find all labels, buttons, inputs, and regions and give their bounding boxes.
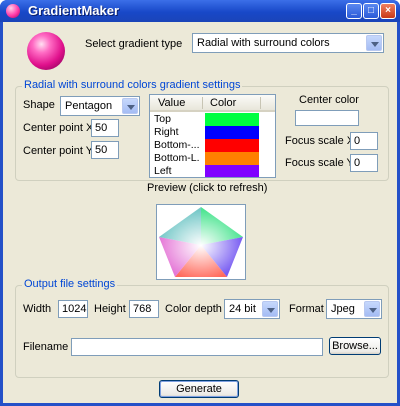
color-swatch — [205, 113, 259, 126]
client-area: Select gradient type Radial with surroun… — [3, 22, 397, 403]
browse-button[interactable]: Browse... — [329, 337, 381, 355]
app-ball-icon — [6, 4, 20, 18]
center-y-input[interactable]: 50 — [91, 141, 119, 159]
format-select[interactable]: Jpeg — [326, 299, 382, 319]
center-y-value: 50 — [95, 144, 108, 156]
header-separator — [260, 97, 261, 109]
list-item[interactable]: Left — [150, 165, 275, 177]
list-item-name: Left — [154, 165, 172, 177]
list-header-value[interactable]: Value — [158, 97, 185, 109]
color-depth-value: 24 bit — [229, 303, 256, 315]
width-input[interactable]: 1024 — [58, 300, 88, 318]
width-label: Width — [23, 303, 52, 315]
center-color-label: Center color — [299, 94, 359, 106]
gradient-settings-title: Radial with surround colors gradient set… — [22, 79, 243, 91]
center-color-picker[interactable] — [295, 110, 359, 126]
color-swatch — [205, 139, 259, 152]
filename-input[interactable] — [71, 338, 323, 356]
list-item[interactable]: Right — [150, 126, 275, 139]
width-value: 1024 — [62, 303, 87, 315]
format-value: Jpeg — [331, 303, 355, 315]
chevron-down-icon[interactable] — [122, 98, 138, 114]
focus-x-input[interactable]: 0 — [350, 132, 378, 150]
gradient-type-value: Radial with surround colors — [197, 37, 330, 49]
color-swatch — [205, 152, 259, 165]
window-title: GradientMaker — [28, 3, 120, 18]
focus-y-value: 0 — [354, 157, 361, 169]
list-header-color[interactable]: Color — [210, 97, 236, 109]
list-item-name: Bottom-... — [154, 139, 200, 151]
center-x-label: Center point X — [23, 122, 94, 134]
chevron-down-icon[interactable] — [364, 301, 380, 317]
list-header: Value Color — [150, 95, 275, 112]
center-x-value: 50 — [95, 122, 108, 134]
shape-value: Pentagon — [65, 100, 113, 112]
shape-select[interactable]: Pentagon — [60, 96, 140, 116]
height-value: 768 — [133, 303, 152, 315]
close-button[interactable]: × — [380, 3, 396, 19]
gradient-type-select[interactable]: Radial with surround colors — [192, 33, 384, 53]
focus-y-label: Focus scale Y — [285, 157, 354, 169]
minimize-button[interactable]: _ — [346, 3, 362, 19]
title-bar[interactable]: GradientMaker _ □ × — [0, 0, 400, 22]
center-x-input[interactable]: 50 — [91, 119, 119, 137]
list-item[interactable]: Bottom-L... — [150, 152, 275, 165]
center-y-label: Center point Y — [23, 145, 94, 157]
list-item-name: Bottom-L... — [154, 152, 200, 164]
pentagon-gradient-image — [159, 207, 243, 277]
preview-label: Preview (click to refresh) — [147, 182, 268, 194]
gradient-type-label: Select gradient type — [85, 38, 183, 50]
color-swatch — [205, 126, 259, 139]
list-item[interactable]: Bottom-... — [150, 139, 275, 152]
focus-x-value: 0 — [354, 135, 361, 147]
list-item-name: Right — [154, 126, 179, 138]
focus-x-label: Focus scale X — [285, 135, 355, 147]
shape-label: Shape — [23, 99, 55, 111]
height-label: Height — [94, 303, 126, 315]
gradient-ball-icon — [27, 32, 65, 70]
chevron-down-icon[interactable] — [262, 301, 278, 317]
app-window: GradientMaker _ □ × Select gradient type… — [0, 0, 400, 406]
height-input[interactable]: 768 — [129, 300, 159, 318]
list-item[interactable]: Top — [150, 113, 275, 126]
maximize-button[interactable]: □ — [363, 3, 379, 19]
color-swatch — [205, 165, 259, 177]
format-label: Format — [289, 303, 324, 315]
filename-label: Filename — [23, 341, 69, 353]
surround-colors-list[interactable]: Value Color Top Right Bottom-... Bottom-… — [149, 94, 276, 178]
color-depth-select[interactable]: 24 bit — [224, 299, 280, 319]
chevron-down-icon[interactable] — [366, 35, 382, 51]
color-depth-label: Color depth — [165, 303, 222, 315]
gradient-preview[interactable] — [156, 204, 246, 280]
header-separator — [202, 97, 203, 109]
output-settings-title: Output file settings — [22, 278, 118, 290]
list-item-name: Top — [154, 113, 171, 125]
focus-y-input[interactable]: 0 — [350, 154, 378, 172]
generate-button[interactable]: Generate — [159, 380, 239, 398]
